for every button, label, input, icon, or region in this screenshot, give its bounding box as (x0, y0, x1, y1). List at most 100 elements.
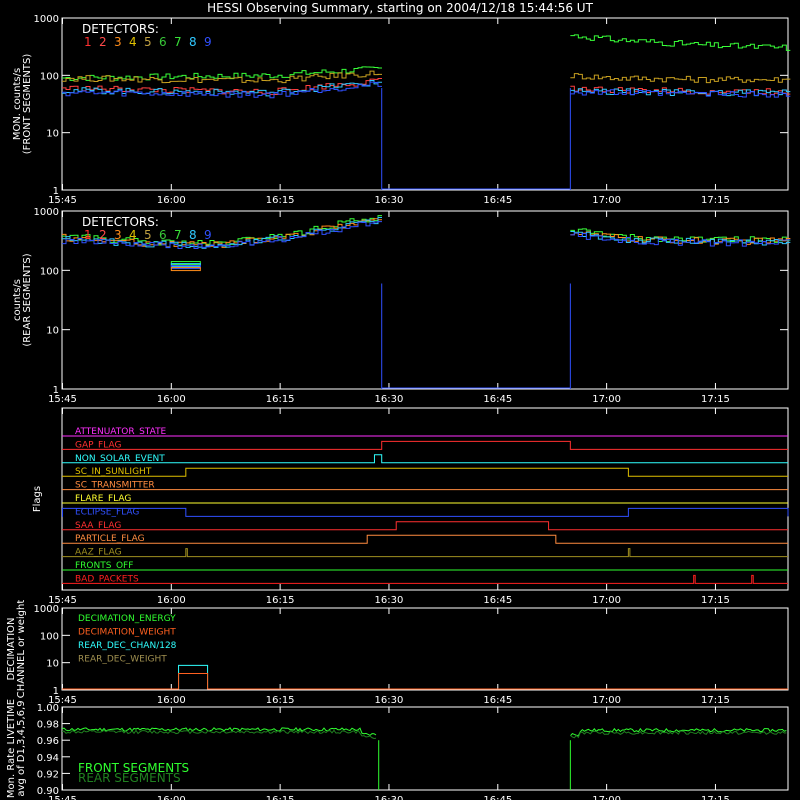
panel-livetime-xtick-label: 17:15 (701, 795, 730, 800)
panel-flags-flag-label: SC_IN_SUNLIGHT (75, 467, 152, 477)
panel-flags-xtick-label: 16:45 (483, 595, 512, 606)
panel-flags-flag-line (62, 548, 788, 558)
panel-rear-detector-number: 4 (129, 228, 137, 242)
panel-flags-xtick-label: 17:15 (701, 595, 730, 606)
panel-livetime-series-line (61, 729, 377, 740)
panel-flags-flag-label: FRONTS_OFF (75, 561, 133, 571)
panel-decimation-ytick-label: 100 (40, 631, 59, 642)
panel-decimation-xtick-label: 17:00 (592, 695, 621, 706)
panel-rear-xtick-label: 16:45 (483, 394, 512, 405)
panel-flags-flag-label: ECLIPSE_FLAG (75, 507, 139, 517)
panel-front-xtick-label: 16:00 (157, 195, 186, 206)
panel-front-series-line (570, 73, 791, 84)
panel-rear-ytick-label: 1000 (34, 207, 59, 218)
panel-front-xtick-label: 16:15 (266, 195, 295, 206)
panel-decimation-ylabel: CHANNEL or weight (16, 600, 27, 699)
panel-rear-ytick-label: 100 (40, 266, 59, 277)
panel-flags-flag-label: ATTENUATOR_STATE (75, 427, 167, 437)
panel-flags-flag-label: BAD_PACKETS (75, 574, 139, 584)
panel-rear-detector-number: 7 (174, 228, 182, 242)
panel-decimation-xtick-label: 17:15 (701, 695, 730, 706)
panel-rear-detector-number: 2 (99, 228, 107, 242)
panel-flags-flag-label: FLARE_FLAG (75, 494, 131, 504)
panel-front-detector-number: 5 (144, 35, 152, 49)
panel-flags-flag-label: SAA_FLAG (75, 521, 121, 531)
panel-flags-flag-line (62, 467, 788, 477)
panel-front-xtick-label: 17:15 (701, 195, 730, 206)
panel-flags-flag-line (62, 440, 788, 450)
panel-livetime-ytick-label: 0.94 (37, 753, 59, 764)
panel-decimation-legend-label: DECIMATION_WEIGHT (78, 628, 176, 638)
panel-rear-detectors-label: DETECTORS: (82, 215, 159, 229)
panel-livetime-xtick-label: 17:00 (592, 795, 621, 800)
panel-rear-xtick-label: 16:15 (266, 394, 295, 405)
panel-front-series-line (570, 34, 791, 51)
panel-livetime-xtick-label: 16:45 (483, 795, 512, 800)
panel-flags-flag-label: NON_SOLAR_EVENT (75, 454, 165, 464)
panel-front-ylabel: (FRONT SEGMENTS) (22, 54, 33, 155)
panel-flags-xtick-label: 16:00 (157, 595, 186, 606)
panel-rear-detector-number: 1 (84, 228, 92, 242)
panel-flags-xtick-label: 16:30 (375, 595, 404, 606)
panel-rear-detector-number: 6 (159, 228, 167, 242)
panel-rear-ylabel: (REAR SEGMENTS) (22, 253, 33, 346)
panel-flags-flag-line (61, 507, 789, 517)
panel-front-detector-number: 7 (174, 35, 182, 49)
panel-rear-xtick-label: 16:00 (157, 394, 186, 405)
panel-livetime-ytick-label: 0.98 (37, 720, 59, 731)
panel-rear-detector-number: 5 (144, 228, 152, 242)
panel-rear-detector-number: 9 (204, 228, 212, 242)
panel-livetime-ytick-label: 1.00 (37, 703, 59, 714)
panel-front-detector-number: 6 (159, 35, 167, 49)
chart-title: HESSI Observing Summary, starting on 200… (207, 1, 593, 15)
panel-flags-flag-line (62, 454, 788, 464)
panel-front-detector-number: 2 (99, 35, 107, 49)
panel-flags-xtick-label: 17:00 (592, 595, 621, 606)
panel-decimation-legend-label: REAR_DEC_WEIGHT (78, 655, 167, 665)
panel-rear-xtick-label: 17:15 (701, 394, 730, 405)
panel-flags-flag-label: PARTICLE_FLAG (75, 534, 145, 544)
panel-rear-xtick-label: 16:30 (375, 394, 404, 405)
panel-flags-ylabel: Flags (32, 486, 43, 512)
panel-decimation-xtick-label: 16:00 (157, 695, 186, 706)
panel-livetime-xtick-label: 16:15 (266, 795, 295, 800)
panel-livetime-xtick-label: 16:30 (375, 795, 404, 800)
panel-livetime-ytick-label: 0.90 (37, 786, 59, 797)
panel-livetime-legend-label: REAR SEGMENTS (78, 771, 181, 785)
panel-flags-frame (61, 407, 789, 591)
panel-livetime-series-line (570, 730, 787, 739)
panel-livetime-ytick-label: 0.92 (37, 769, 59, 780)
panel-front-xtick-label: 17:00 (592, 195, 621, 206)
panel-front-ytick-label: 1000 (34, 14, 59, 25)
panel-decimation-xtick-label: 16:30 (375, 695, 404, 706)
panel-rear-ytick-label: 10 (46, 326, 59, 337)
panel-rear-xtick-label: 17:00 (592, 394, 621, 405)
panel-front-ytick-label: 100 (40, 71, 59, 82)
panel-decimation-ytick-label: 1 (53, 686, 59, 697)
panel-flags-flag-line (62, 521, 788, 531)
panel-front-detector-number: 8 (189, 35, 197, 49)
panel-livetime-ylabel: avg of D1,3,4,5,6,9 (16, 700, 27, 796)
panel-front-detector-number: 3 (114, 35, 122, 49)
panel-front-xtick-label: 16:45 (483, 195, 512, 206)
panel-decimation-legend-label: REAR_DEC_CHAN/128 (78, 641, 177, 651)
panel-decimation-ytick-label: 1000 (34, 604, 59, 615)
panel-front-detector-number: 1 (84, 35, 92, 49)
panel-decimation-xtick-label: 16:45 (483, 695, 512, 706)
panel-front-detector-number: 9 (204, 35, 212, 49)
panel-front-frame (61, 17, 789, 191)
panel-flags-flag-label: SC_TRANSMITTER (75, 481, 155, 491)
panel-front-xtick-label: 16:30 (375, 195, 404, 206)
panel-rear-detector-number: 3 (114, 228, 122, 242)
panel-front-detectors-label: DETECTORS: (82, 22, 159, 36)
panel-front-ytick-label: 10 (46, 129, 59, 140)
panel-flags-flag-line (62, 574, 788, 584)
panel-livetime-series-line (61, 726, 377, 736)
hessi-summary-chart: HESSI Observing Summary, starting on 200… (6, 1, 791, 800)
panel-livetime-ytick-label: 0.96 (37, 736, 59, 747)
panel-flags-xtick-label: 16:15 (266, 595, 295, 606)
panel-decimation-legend-label: DECIMATION_ENERGY (78, 614, 176, 624)
panel-decimation-xtick-label: 16:15 (266, 695, 295, 706)
panel-flags-flag-label: GAP_FLAG (75, 440, 121, 450)
panel-rear-detector-number: 8 (189, 228, 197, 242)
